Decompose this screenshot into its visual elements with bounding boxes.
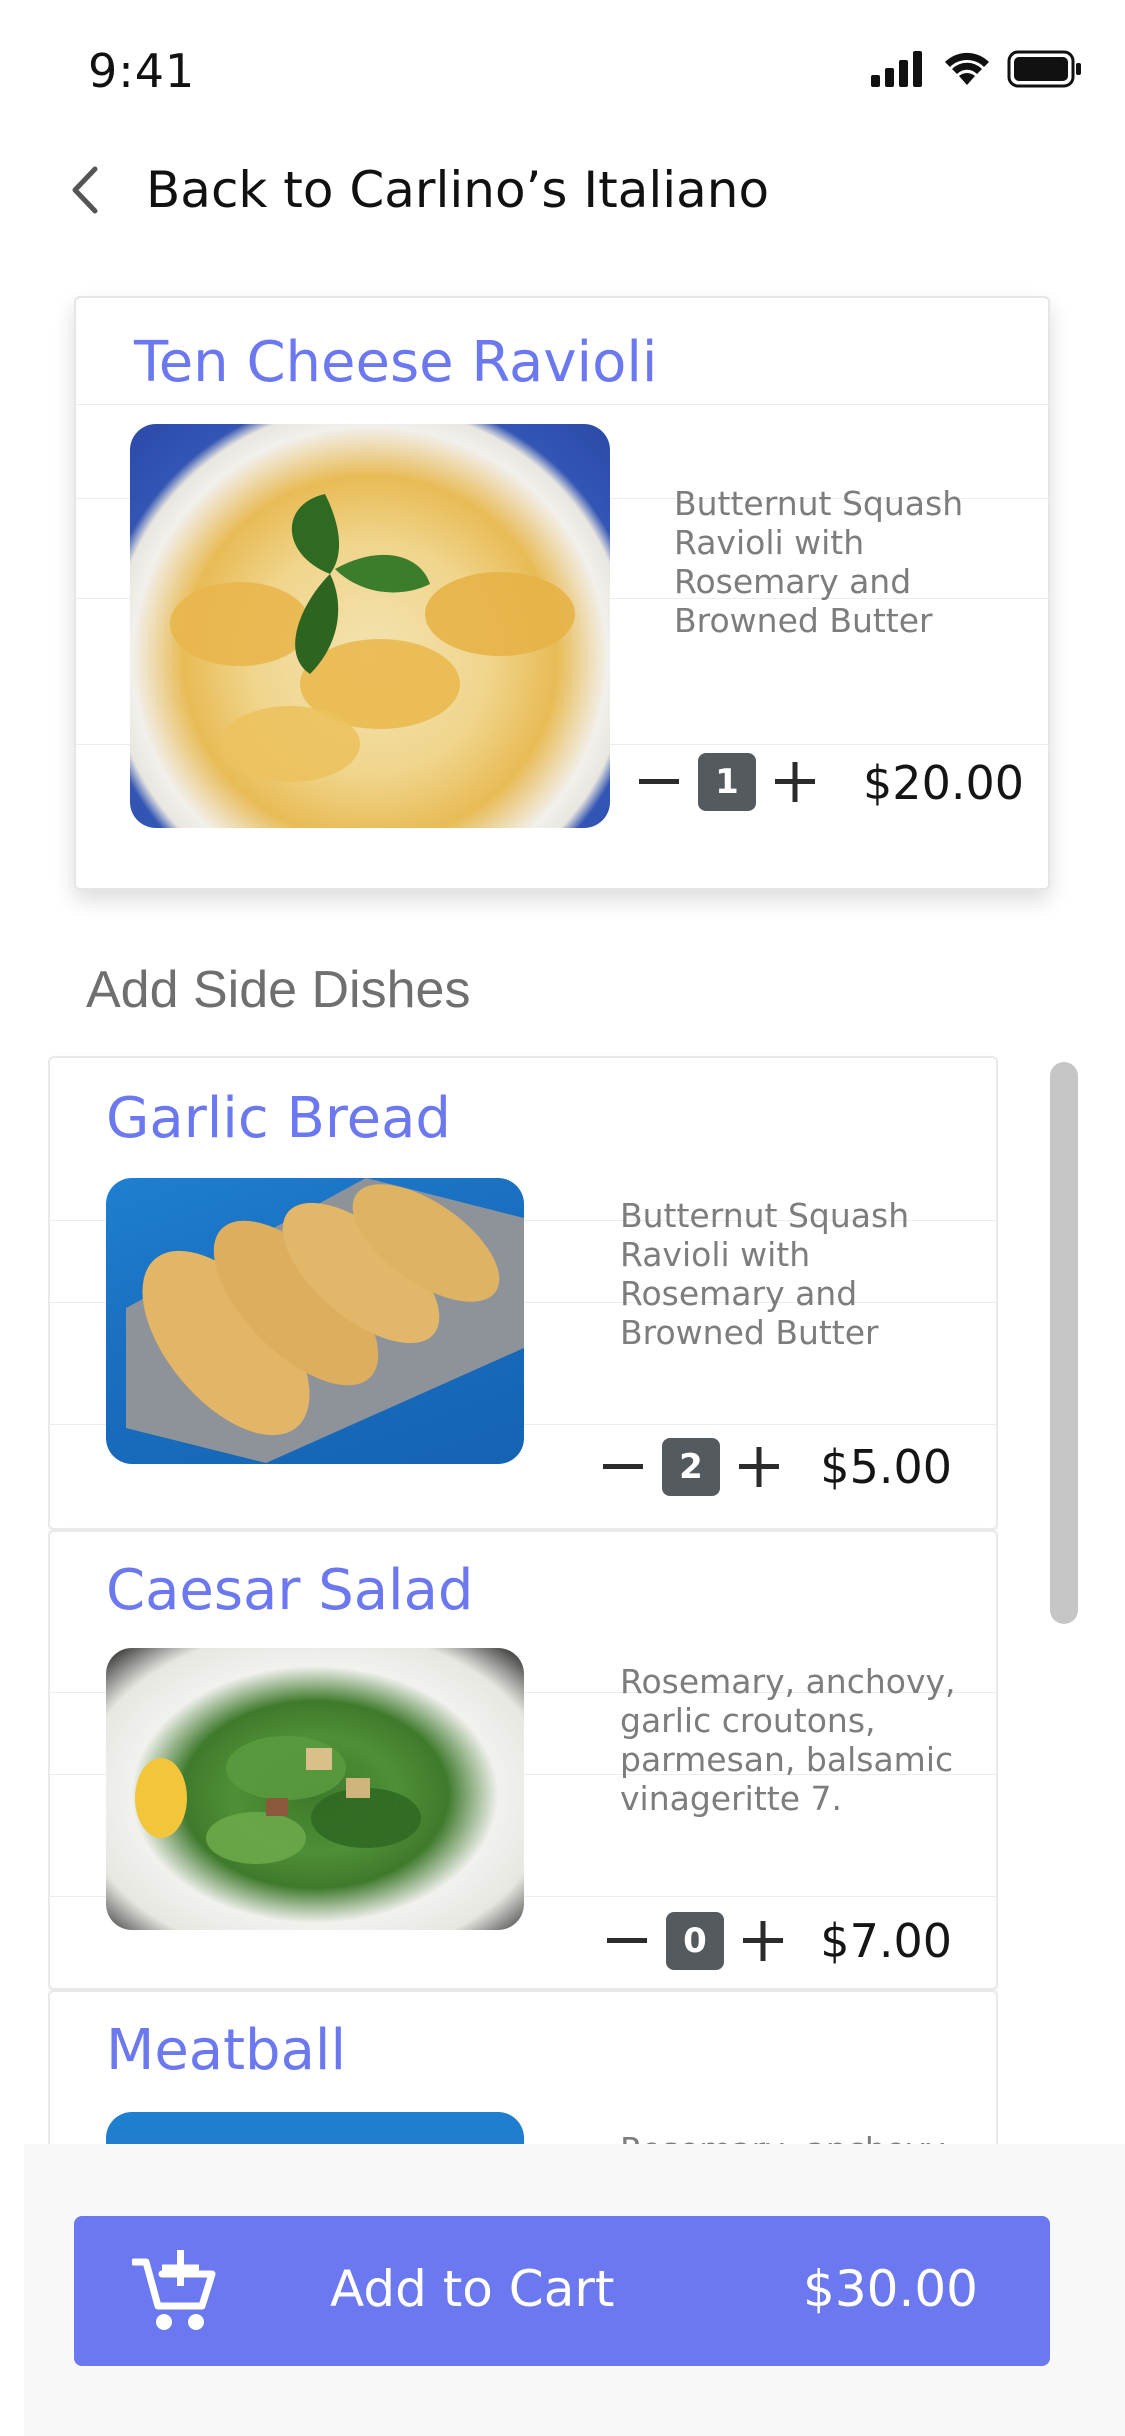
cart-add-icon: [130, 2250, 218, 2334]
add-to-cart-label: Add to Cart: [330, 2260, 615, 2318]
chevron-left-icon: [62, 160, 106, 220]
status-icons: [871, 50, 1083, 88]
signal-icon: [871, 51, 922, 87]
main-item-title: Ten Cheese Ravioli: [134, 330, 658, 395]
back-button[interactable]: Back to Carlino’s Italiano: [62, 160, 769, 220]
minus-icon[interactable]: [604, 1918, 650, 1964]
garlic-bread-image: [106, 1178, 524, 1464]
main-item-description: Butternut Squash Ravioli with Rosemary a…: [674, 484, 964, 640]
back-label: Back to Carlino’s Italiano: [146, 161, 770, 219]
minus-icon[interactable]: [600, 1444, 646, 1490]
minus-icon[interactable]: [636, 759, 682, 805]
main-item-price: $20.00: [863, 756, 1024, 810]
quantity-value: 1: [698, 753, 756, 811]
side-dish-description: Rosemary, anchovy: [620, 2130, 990, 2144]
quantity-value: 2: [662, 1438, 720, 1496]
side-dishes-list[interactable]: Garlic Bread Butternut Squash Ravioli wi…: [48, 1054, 998, 2144]
side-dish-price: $5.00: [820, 1440, 952, 1494]
main-item-quantity-stepper[interactable]: 1: [636, 753, 818, 811]
plus-icon[interactable]: [736, 1444, 782, 1490]
main-item-card: Ten Cheese Ravioli Butternut Squash Ravi…: [74, 296, 1050, 890]
side-dish-price: $7.00: [820, 1914, 952, 1968]
quantity-value: 0: [666, 1912, 724, 1970]
side-dish-title: Meatball: [106, 2018, 347, 2083]
side-dish-description: Rosemary, anchovy, garlic croutons, parm…: [620, 1662, 956, 1818]
plus-icon[interactable]: [772, 759, 818, 805]
plus-icon[interactable]: [740, 1918, 786, 1964]
side-dishes-title: Add Side Dishes: [86, 961, 471, 1019]
status-time: 9:41: [88, 44, 196, 98]
caesar-salad-image: [106, 1648, 524, 1930]
garlic-bread-quantity-stepper[interactable]: 2: [600, 1438, 782, 1496]
side-dish-title: Garlic Bread: [106, 1086, 451, 1151]
cart-total: $30.00: [803, 2260, 978, 2318]
side-dish-card-meatball: Meatball Rosemary, anchovy: [48, 1990, 998, 2144]
caesar-salad-quantity-stepper[interactable]: 0: [604, 1912, 786, 1970]
status-bar: 9:41: [0, 0, 1125, 140]
divider: [76, 404, 1050, 405]
side-dish-card-caesar-salad: Caesar Salad Rosemary, anchovy, garlic c…: [48, 1530, 998, 1990]
meatball-image: [106, 2112, 524, 2144]
battery-icon: [1007, 50, 1081, 88]
add-to-cart-button[interactable]: Add to Cart $30.00: [74, 2216, 1050, 2366]
scrollbar[interactable]: [1050, 1062, 1078, 1624]
wifi-icon: [945, 52, 989, 85]
side-dish-title: Caesar Salad: [106, 1558, 474, 1623]
side-dish-card-garlic-bread: Garlic Bread Butternut Squash Ravioli wi…: [48, 1056, 998, 1530]
side-dish-description: Butternut Squash Ravioli with Rosemary a…: [620, 1196, 910, 1352]
ravioli-image: [130, 424, 610, 828]
